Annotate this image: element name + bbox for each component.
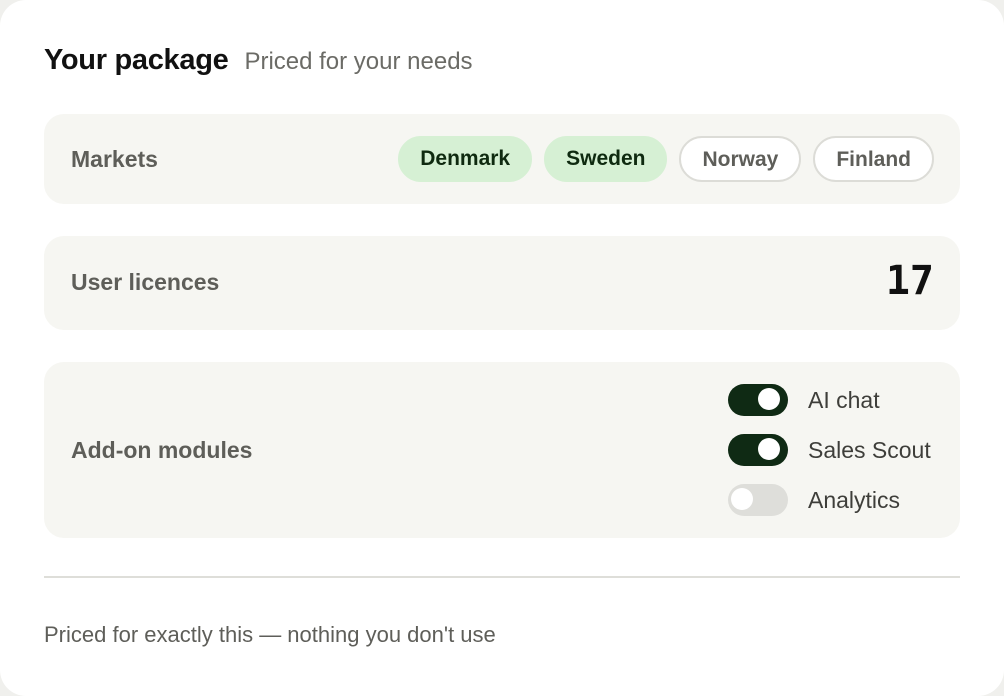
package-header: Your package Priced for your needs	[44, 44, 473, 77]
markets-panel: Markets Denmark Sweden Norway Finland	[44, 114, 960, 204]
addon-row-analytics: Analytics	[728, 484, 931, 516]
toggle-knob	[758, 438, 780, 460]
sales-scout-label: Sales Scout	[808, 436, 931, 463]
page-subtitle: Priced for your needs	[244, 48, 473, 75]
market-chip-finland[interactable]: Finland	[813, 136, 934, 182]
addon-row-ai-chat: AI chat	[728, 384, 931, 416]
pricing-footnote: Priced for exactly this — nothing you do…	[44, 622, 496, 647]
divider	[44, 576, 960, 578]
market-chip-norway[interactable]: Norway	[679, 136, 802, 182]
licence-count[interactable]: 17	[886, 258, 934, 304]
addons-label: Add-on modules	[71, 437, 253, 463]
addon-toggles: AI chat Sales Scout Analytics	[728, 384, 931, 516]
market-chip-sweden[interactable]: Sweden	[544, 136, 668, 182]
markets-label: Markets	[71, 146, 158, 172]
licences-panel: User licences 17	[44, 236, 960, 330]
addons-panel: Add-on modules AI chat Sales Scout Analy…	[44, 362, 960, 538]
licences-label: User licences	[71, 269, 220, 295]
toggle-knob	[758, 388, 780, 410]
ai-chat-label: AI chat	[808, 386, 880, 413]
market-chip-denmark[interactable]: Denmark	[398, 136, 533, 182]
market-chips: Denmark Sweden Norway Finland	[398, 136, 934, 182]
analytics-label: Analytics	[808, 486, 901, 513]
ai-chat-toggle[interactable]	[728, 384, 788, 416]
analytics-toggle[interactable]	[728, 484, 788, 516]
sales-scout-toggle[interactable]	[728, 434, 788, 466]
toggle-knob	[731, 488, 753, 510]
addon-row-sales-scout: Sales Scout	[728, 434, 931, 466]
package-card: Your package Priced for your needs Marke…	[0, 0, 1004, 696]
page-title: Your package	[44, 44, 229, 76]
